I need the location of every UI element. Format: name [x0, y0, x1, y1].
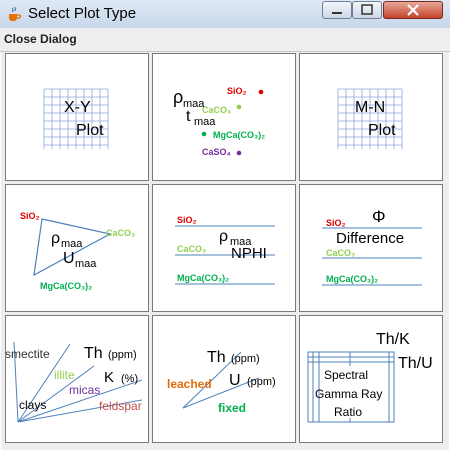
th-unit: (ppm) — [231, 353, 260, 365]
xy-label-1: X-Y — [64, 99, 91, 116]
rho-nphi-plot-graphic: SiO₂ ρ maa CaCO₃ NPHI MgCa(CO₃)₂ — [175, 215, 275, 285]
spectral-label-3: Ratio — [334, 405, 362, 419]
th-label: Th — [84, 345, 103, 362]
th-label: Th — [207, 349, 226, 366]
caco3-label: CaCO₃ — [106, 228, 135, 238]
title-bar: Select Plot Type — [0, 0, 450, 29]
spectral-label-2: Gamma Ray — [315, 387, 382, 401]
xy-label-2: Plot — [76, 122, 104, 139]
th-u-plot-button[interactable]: Th (ppm) leached U (ppm) fixed — [152, 315, 296, 443]
caso4-label: CaSO₄ — [202, 147, 231, 157]
maximize-button[interactable] — [352, 1, 382, 19]
micas-label: micas — [69, 383, 100, 397]
xy-plot-button[interactable]: X-Y Plot — [5, 53, 149, 181]
fixed-label: fixed — [218, 401, 246, 415]
sio2-point — [258, 89, 264, 95]
rho-t-plot-graphic: ρ maa t maa SiO₂ CaCO₃ MgCa(CO₃)₂ CaSO₄ — [173, 86, 265, 157]
u-unit: (ppm) — [247, 376, 276, 388]
difference-label: Difference — [336, 230, 404, 247]
feldspar-label: feldspar — [99, 399, 142, 413]
mgca-label: MgCa(CO₃)₂ — [213, 130, 265, 140]
phi-difference-plot-button[interactable]: Φ SiO₂ Difference CaCO₃ MgCa(CO₃)₂ — [299, 184, 443, 312]
rho-symbol: ρ — [219, 228, 228, 245]
close-icon — [407, 4, 419, 16]
u-label: U — [229, 372, 241, 389]
t-subscript: maa — [194, 116, 216, 128]
plot-type-grid: X-Y Plot ρ maa t maa SiO₂ CaCO₃ MgCa(CO₃… — [1, 52, 449, 450]
caco3-label: CaCO₃ — [177, 244, 206, 254]
window-title: Select Plot Type — [28, 5, 137, 22]
caso4-point — [236, 150, 242, 156]
leached-label: leached — [167, 377, 212, 391]
th-u-label: Th/U — [398, 355, 433, 372]
caco3-label: CaCO₃ — [326, 248, 355, 258]
minimize-icon — [332, 12, 342, 14]
mgca-label: MgCa(CO₃)₂ — [326, 274, 378, 284]
menu-bar: Close Dialog — [0, 28, 450, 52]
minimize-button[interactable] — [322, 1, 352, 19]
k-unit: (%) — [121, 373, 138, 385]
mn-label-2: Plot — [368, 122, 396, 139]
u-subscript: maa — [75, 258, 97, 270]
mn-plot-graphic: M-N Plot — [337, 88, 403, 149]
caco3-label: CaCO₃ — [202, 105, 231, 115]
mn-label-1: M-N — [355, 99, 385, 116]
mn-plot-button[interactable]: M-N Plot — [299, 53, 443, 181]
rho-subscript: maa — [61, 238, 83, 250]
xy-plot-graphic: X-Y Plot — [43, 88, 109, 149]
nphi-label: NPHI — [231, 245, 267, 262]
grid-icon — [43, 88, 109, 149]
mgca-point — [201, 131, 207, 137]
th-k-plot-graphic: smectite Th (ppm) illite K (%) micas cla… — [6, 341, 143, 423]
sio2-label: SiO₂ — [227, 86, 247, 96]
smectite-label: smectite — [6, 347, 50, 361]
close-window-button[interactable] — [383, 1, 443, 19]
rho-symbol: ρ — [51, 230, 60, 247]
phi-difference-plot-graphic: Φ SiO₂ Difference CaCO₃ MgCa(CO₃)₂ — [322, 207, 422, 286]
th-k-plot-button[interactable]: smectite Th (ppm) illite K (%) micas cla… — [5, 315, 149, 443]
th-k-label: Th/K — [376, 331, 410, 348]
mgca-label: MgCa(CO₃)₂ — [177, 273, 229, 283]
illite-label: illite — [54, 368, 75, 382]
mgca-label: MgCa(CO₃)₂ — [40, 281, 92, 291]
maximize-icon — [361, 4, 373, 15]
sio2-label: SiO₂ — [177, 215, 197, 225]
java-cup-icon — [9, 6, 22, 21]
u-symbol: U — [63, 250, 75, 267]
spectral-gamma-ray-ratio-button[interactable]: Th/K Th/U Spectral Gamma Ray Ratio — [299, 315, 443, 443]
rho-t-plot-button[interactable]: ρ maa t maa SiO₂ CaCO₃ MgCa(CO₃)₂ CaSO₄ — [152, 53, 296, 181]
grid-icon — [337, 88, 403, 149]
caco3-point — [236, 104, 242, 110]
th-unit: (ppm) — [108, 349, 137, 361]
rho-u-plot-graphic: SiO₂ CaCO₃ ρ maa U maa MgCa(CO₃)₂ — [20, 211, 135, 291]
rho-nphi-plot-button[interactable]: SiO₂ ρ maa CaCO₃ NPHI MgCa(CO₃)₂ — [152, 184, 296, 312]
spectral-gamma-ray-ratio-graphic: Th/K Th/U Spectral Gamma Ray Ratio — [307, 331, 433, 423]
rho-u-plot-button[interactable]: SiO₂ CaCO₃ ρ maa U maa MgCa(CO₃)₂ — [5, 184, 149, 312]
th-u-plot-graphic: Th (ppm) leached U (ppm) fixed — [167, 349, 276, 415]
close-dialog-menu[interactable]: Close Dialog — [4, 32, 77, 46]
sio2-label: SiO₂ — [20, 211, 40, 221]
k-label: K — [104, 369, 114, 386]
phi-symbol: Φ — [372, 207, 386, 226]
rho-symbol: ρ — [173, 87, 183, 107]
clays-label: clays — [19, 398, 46, 412]
t-symbol: t — [186, 108, 191, 125]
spectral-label-1: Spectral — [324, 368, 368, 382]
sio2-label: SiO₂ — [326, 218, 346, 228]
